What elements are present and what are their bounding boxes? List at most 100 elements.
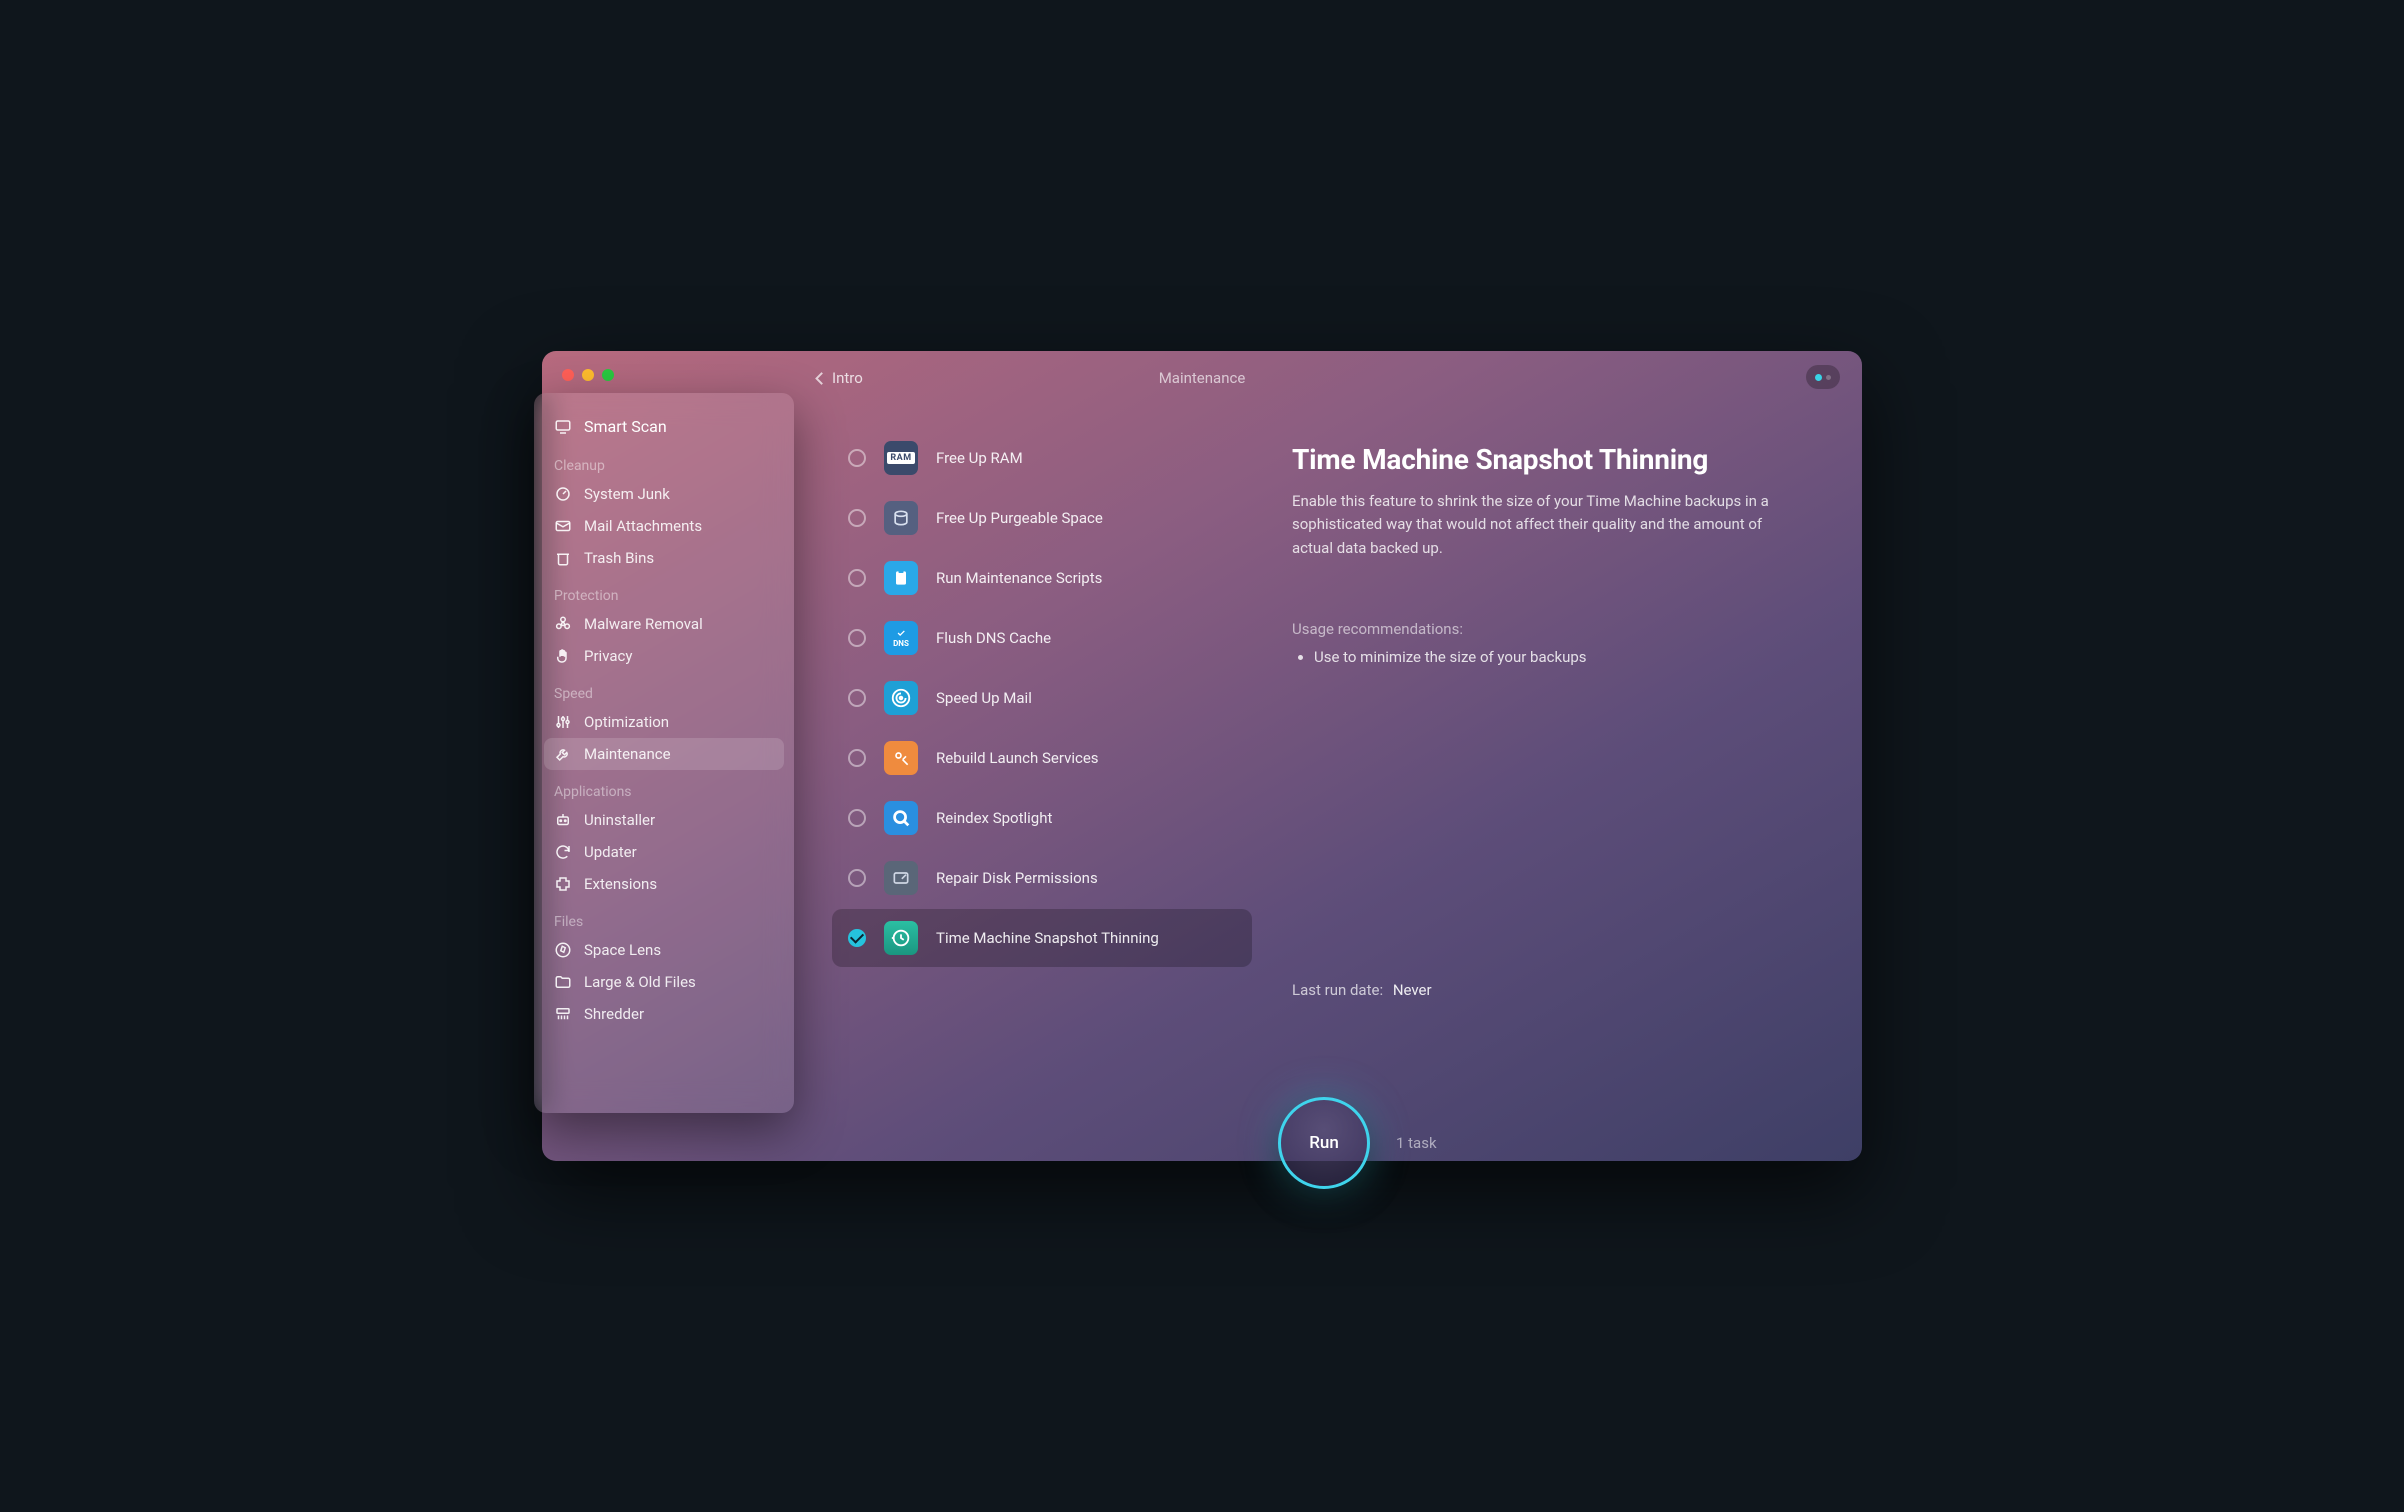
- sidebar-section-applications: Applications: [544, 770, 784, 804]
- task-row-run-maintenance-scripts[interactable]: Run Maintenance Scripts: [832, 549, 1252, 607]
- ram-icon: RAM: [884, 441, 918, 475]
- sidebar-item-label: Privacy: [584, 647, 632, 665]
- sidebar-item-trash-bins[interactable]: Trash Bins: [544, 542, 784, 574]
- sidebar-item-malware-removal[interactable]: Malware Removal: [544, 608, 784, 640]
- sidebar-section-cleanup: Cleanup: [544, 444, 784, 478]
- detail-title: Time Machine Snapshot Thinning: [1292, 443, 1832, 476]
- run-button-label: Run: [1309, 1133, 1339, 1153]
- task-checkbox[interactable]: [848, 449, 866, 467]
- task-row-free-up-ram[interactable]: RAMFree Up RAM: [832, 429, 1252, 487]
- page-title: Maintenance: [1159, 369, 1246, 387]
- last-run-row: Last run date: Never: [1292, 981, 1432, 999]
- sidebar-item-label: Large & Old Files: [584, 973, 696, 991]
- task-row-free-up-purgeable-space[interactable]: Free Up Purgeable Space: [832, 489, 1252, 547]
- status-dot-active: [1815, 374, 1822, 381]
- sidebar-item-label: Maintenance: [584, 745, 671, 763]
- sidebar-item-shredder[interactable]: Shredder: [544, 998, 784, 1030]
- hand-icon: [554, 647, 572, 665]
- sliders-icon: [554, 713, 572, 731]
- dns-icon: DNS: [884, 621, 918, 655]
- sidebar-section-files: Files: [544, 900, 784, 934]
- sidebar-item-label: Updater: [584, 843, 637, 861]
- sidebar-item-extensions[interactable]: Extensions: [544, 868, 784, 900]
- usage-recommendations-list: Use to minimize the size of your backups: [1292, 648, 1832, 666]
- selected-task-count: 1 task: [1396, 1134, 1437, 1152]
- task-label: Time Machine Snapshot Thinning: [936, 929, 1159, 947]
- puzzle-icon: [554, 875, 572, 893]
- task-checkbox[interactable]: [848, 569, 866, 587]
- monitor-icon: [554, 418, 572, 436]
- task-label: Rebuild Launch Services: [936, 749, 1099, 767]
- sidebar-item-uninstaller[interactable]: Uninstaller: [544, 804, 784, 836]
- task-row-repair-disk-permissions[interactable]: Repair Disk Permissions: [832, 849, 1252, 907]
- sidebar-item-mail-attachments[interactable]: Mail Attachments: [544, 510, 784, 542]
- sidebar-item-label: Uninstaller: [584, 811, 655, 829]
- run-button[interactable]: Run: [1278, 1097, 1370, 1189]
- usage-recommendations-label: Usage recommendations:: [1292, 620, 1832, 638]
- last-run-value: Never: [1393, 981, 1432, 999]
- task-checkbox[interactable]: [848, 869, 866, 887]
- sidebar-item-label: Smart Scan: [584, 417, 667, 436]
- back-label: Intro: [832, 369, 863, 387]
- task-row-reindex-spotlight[interactable]: Reindex Spotlight: [832, 789, 1252, 847]
- gauge-icon: [554, 485, 572, 503]
- task-checkbox[interactable]: [848, 809, 866, 827]
- clipboard-icon: [884, 561, 918, 595]
- task-row-flush-dns-cache[interactable]: DNS Flush DNS Cache: [832, 609, 1252, 667]
- sidebar-item-label: Shredder: [584, 1005, 644, 1023]
- run-action-area: Run 1 task: [1278, 1097, 1437, 1189]
- compass-icon: [554, 941, 572, 959]
- robot-icon: [554, 811, 572, 829]
- spotlight-icon: [884, 801, 918, 835]
- task-list: RAMFree Up RAM Free Up Purgeable Space Run…: [832, 429, 1252, 967]
- task-detail: Time Machine Snapshot Thinning Enable th…: [1292, 443, 1832, 666]
- status-dot-idle: [1826, 375, 1831, 380]
- purgeable-icon: [884, 501, 918, 535]
- app-window: Intro Maintenance Smart Scan Cleanup Syst…: [542, 351, 1862, 1161]
- sidebar-item-updater[interactable]: Updater: [544, 836, 784, 868]
- sidebar-item-label: System Junk: [584, 485, 670, 503]
- task-checkbox[interactable]: [848, 749, 866, 767]
- task-checkbox[interactable]: [848, 689, 866, 707]
- sidebar-section-speed: Speed: [544, 672, 784, 706]
- task-checkbox[interactable]: [848, 629, 866, 647]
- sidebar-item-optimization[interactable]: Optimization: [544, 706, 784, 738]
- sidebar-item-label: Optimization: [584, 713, 669, 731]
- task-label: Flush DNS Cache: [936, 629, 1051, 647]
- refresh-icon: [554, 843, 572, 861]
- envelope-icon: [554, 517, 572, 535]
- task-row-speed-up-mail[interactable]: Speed Up Mail: [832, 669, 1252, 727]
- sidebar-item-label: Trash Bins: [584, 549, 654, 567]
- task-label: Reindex Spotlight: [936, 809, 1052, 827]
- mail-speed-icon: [884, 681, 918, 715]
- sidebar-section-protection: Protection: [544, 574, 784, 608]
- sidebar-item-privacy[interactable]: Privacy: [544, 640, 784, 672]
- task-label: Free Up Purgeable Space: [936, 509, 1103, 527]
- back-to-intro-button[interactable]: Intro: [817, 369, 863, 387]
- sidebar-item-label: Extensions: [584, 875, 657, 893]
- disk-icon: [884, 861, 918, 895]
- assistant-status-button[interactable]: [1806, 365, 1840, 389]
- sidebar: Smart Scan Cleanup System Junk Mail Attach…: [534, 393, 794, 1113]
- wrench-icon: [554, 745, 572, 763]
- sidebar-item-label: Malware Removal: [584, 615, 703, 633]
- task-checkbox[interactable]: [848, 929, 866, 947]
- biohazard-icon: [554, 615, 572, 633]
- task-label: Repair Disk Permissions: [936, 869, 1098, 887]
- chevron-left-icon: [815, 372, 828, 385]
- sidebar-item-system-junk[interactable]: System Junk: [544, 478, 784, 510]
- sidebar-item-label: Mail Attachments: [584, 517, 702, 535]
- trash-icon: [554, 549, 572, 567]
- sidebar-item-label: Space Lens: [584, 941, 661, 959]
- sidebar-item-maintenance[interactable]: Maintenance: [544, 738, 784, 770]
- task-label: Run Maintenance Scripts: [936, 569, 1102, 587]
- task-label: Speed Up Mail: [936, 689, 1032, 707]
- sidebar-item-large-old-files[interactable]: Large & Old Files: [544, 966, 784, 998]
- usage-item: Use to minimize the size of your backups: [1314, 648, 1832, 666]
- task-row-time-machine-snapshot-thinning[interactable]: Time Machine Snapshot Thinning: [832, 909, 1252, 967]
- task-checkbox[interactable]: [848, 509, 866, 527]
- task-row-rebuild-launch-services[interactable]: Rebuild Launch Services: [832, 729, 1252, 787]
- sidebar-item-smart-scan[interactable]: Smart Scan: [544, 409, 784, 444]
- sidebar-item-space-lens[interactable]: Space Lens: [544, 934, 784, 966]
- launch-icon: [884, 741, 918, 775]
